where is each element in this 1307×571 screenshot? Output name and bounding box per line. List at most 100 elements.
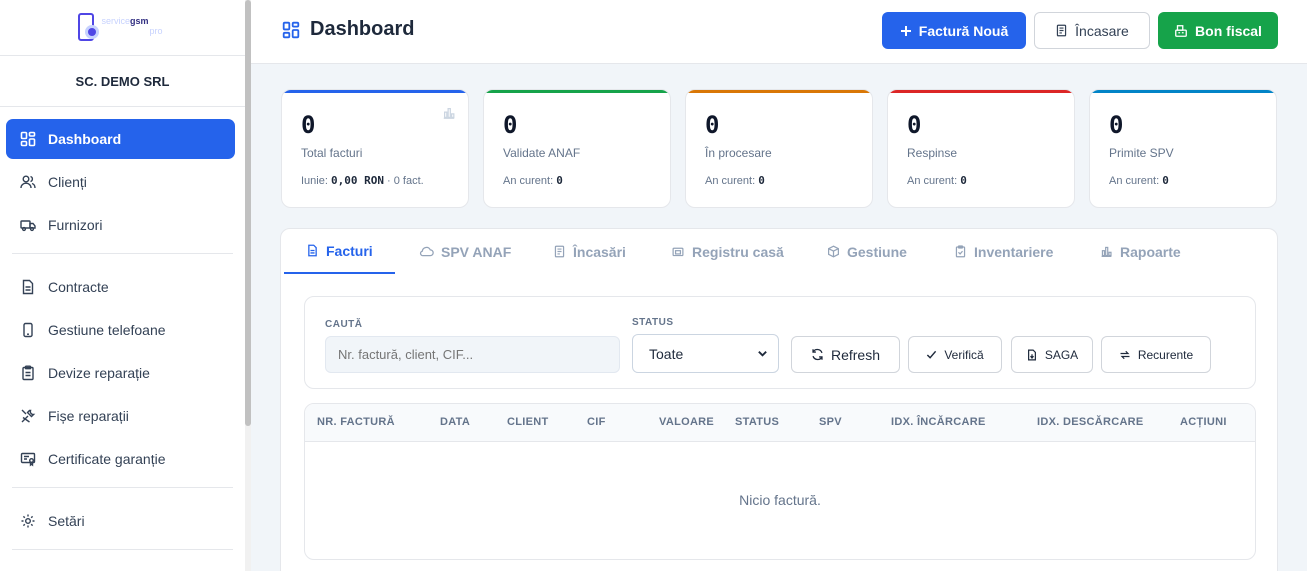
stat-label: Respinse xyxy=(907,146,958,160)
column-header[interactable]: DATA xyxy=(440,416,470,428)
status-select-value: Toate xyxy=(649,345,684,362)
card-accent-bar xyxy=(686,90,872,93)
column-header[interactable]: IDX. DESCĂRCARE xyxy=(1037,416,1144,428)
tab-incasari[interactable]: Încasări xyxy=(553,229,626,274)
sidebar-item-devize-reparatie[interactable]: Devize reparație xyxy=(6,353,235,393)
sidebar-item-clienti[interactable]: Clienți xyxy=(6,162,235,202)
page-title: Dashboard xyxy=(282,18,414,41)
stat-card-primite-spv: 0 Primite SPV An curent: 0 xyxy=(1089,89,1277,208)
tools-icon xyxy=(20,408,36,424)
sidebar-item-contracte[interactable]: Contracte xyxy=(6,267,235,307)
stat-value: 0 xyxy=(907,111,922,139)
incasare-label: Încasare xyxy=(1075,22,1129,39)
sidebar-item-certificate-garantie[interactable]: Certificate garanție xyxy=(6,439,235,479)
document-icon xyxy=(20,279,36,295)
gear-icon xyxy=(20,513,36,529)
stat-value: 0 xyxy=(1109,111,1124,139)
logo-area: servicegsm pro xyxy=(0,0,245,56)
column-header[interactable]: STATUS xyxy=(735,416,779,428)
tab-spv-anaf[interactable]: SPV ANAF xyxy=(419,229,511,274)
refresh-button[interactable]: Refresh xyxy=(791,336,900,373)
gear-logo-icon xyxy=(84,24,99,39)
sidebar-nav: Dashboard Clienți Furnizori Contracte Ge… xyxy=(0,107,245,550)
cloud-icon xyxy=(419,245,434,258)
saga-button[interactable]: SAGA xyxy=(1011,336,1093,373)
sidebar-item-label: Fișe reparații xyxy=(48,408,129,424)
page-title-text: Dashboard xyxy=(310,18,415,40)
stat-value: 0 xyxy=(705,111,720,139)
column-header[interactable]: CIF xyxy=(587,416,606,428)
truck-icon xyxy=(20,217,36,233)
card-accent-bar xyxy=(888,90,1074,93)
stat-sub: An curent: 0 xyxy=(705,174,765,187)
app-logo[interactable]: servicegsm pro xyxy=(77,12,168,44)
sidebar-item-fise-reparatii[interactable]: Fișe reparații xyxy=(6,396,235,436)
column-header[interactable]: IDX. ÎNCĂRCARE xyxy=(891,416,986,428)
tab-registru-casa[interactable]: Registru casă xyxy=(671,229,784,274)
bon-fiscal-label: Bon fiscal xyxy=(1195,22,1262,39)
column-header[interactable]: SPV xyxy=(819,416,842,428)
card-accent-bar xyxy=(484,90,670,93)
recurente-button[interactable]: Recurente xyxy=(1101,336,1211,373)
nav-divider xyxy=(12,253,233,254)
stat-card-in-procesare: 0 În procesare An curent: 0 xyxy=(685,89,873,208)
tab-rapoarte[interactable]: Rapoarte xyxy=(1100,229,1181,274)
search-input[interactable] xyxy=(325,336,620,373)
tab-bar: Facturi SPV ANAF Încasări Registru casă … xyxy=(281,229,1277,275)
sidebar-item-label: Devize reparație xyxy=(48,365,150,381)
status-label: STATUS xyxy=(632,317,674,328)
sidebar-item-label: Contracte xyxy=(48,279,109,295)
sidebar-item-label: Clienți xyxy=(48,174,87,190)
plus-icon xyxy=(900,25,912,37)
status-select[interactable]: Toate xyxy=(632,334,779,373)
tab-inventariere[interactable]: Inventariere xyxy=(954,229,1053,274)
sidebar-item-label: Furnizori xyxy=(48,217,103,233)
sidebar: servicegsm pro SC. DEMO SRL Dashboard Cli… xyxy=(0,0,246,571)
certificate-icon xyxy=(20,451,36,467)
column-header[interactable]: NR. FACTURĂ xyxy=(317,416,395,428)
stat-value: 0 xyxy=(301,111,316,139)
dashboard-grid-icon xyxy=(20,131,36,147)
tab-facturi[interactable]: Facturi xyxy=(284,229,395,274)
sidebar-item-furnizori[interactable]: Furnizori xyxy=(6,205,235,245)
sidebar-item-setari[interactable]: Setări xyxy=(6,501,235,541)
stat-card-total-facturi: 0 Total facturi Iunie: 0,00 RON · 0 fact… xyxy=(281,89,469,208)
sidebar-item-label: Dashboard xyxy=(48,131,122,147)
file-icon xyxy=(306,244,319,257)
invoices-table: NR. FACTURĂ DATA CLIENT CIF VALOARE STAT… xyxy=(304,403,1256,560)
clipboard-check-icon xyxy=(954,245,967,258)
new-invoice-label: Factură Nouă xyxy=(918,22,1009,39)
sidebar-item-label: Certificate garanție xyxy=(48,451,166,467)
card-accent-bar xyxy=(1090,90,1276,93)
column-header[interactable]: CLIENT xyxy=(507,416,549,428)
incasare-button[interactable]: Încasare xyxy=(1034,12,1150,49)
bon-fiscal-button[interactable]: Bon fiscal xyxy=(1158,12,1278,49)
verifica-button[interactable]: Verifică xyxy=(908,336,1002,373)
column-header[interactable]: VALOARE xyxy=(659,416,714,428)
sidebar-item-label: Setări xyxy=(48,513,85,529)
stat-label: Validate ANAF xyxy=(503,146,581,160)
file-export-icon xyxy=(1026,349,1038,361)
users-icon xyxy=(20,174,36,190)
refresh-icon xyxy=(811,348,824,361)
chevron-down-icon xyxy=(757,346,768,362)
tab-gestiune[interactable]: Gestiune xyxy=(827,229,907,274)
stat-label: Primite SPV xyxy=(1109,146,1174,160)
phone-icon xyxy=(20,322,36,338)
nav-divider xyxy=(12,487,233,488)
company-name: SC. DEMO SRL xyxy=(0,56,245,107)
logo-text: servicegsm pro xyxy=(101,15,163,36)
stat-value: 0 xyxy=(503,111,518,139)
stat-card-validate-anaf: 0 Validate ANAF An curent: 0 xyxy=(483,89,671,208)
stat-label: În procesare xyxy=(705,146,772,160)
clipboard-icon xyxy=(20,365,36,381)
sidebar-scrollbar[interactable] xyxy=(245,0,251,571)
new-invoice-button[interactable]: Factură Nouă xyxy=(882,12,1026,49)
sidebar-item-gestiune-telefoane[interactable]: Gestiune telefoane xyxy=(6,310,235,350)
empty-state-text: Nicio factură. xyxy=(739,492,821,508)
stat-sub: An curent: 0 xyxy=(907,174,967,187)
stat-sub: An curent: 0 xyxy=(503,174,563,187)
sidebar-item-dashboard[interactable]: Dashboard xyxy=(6,119,235,159)
sidebar-item-label: Gestiune telefoane xyxy=(48,322,166,338)
column-header[interactable]: ACȚIUNI xyxy=(1180,416,1227,428)
